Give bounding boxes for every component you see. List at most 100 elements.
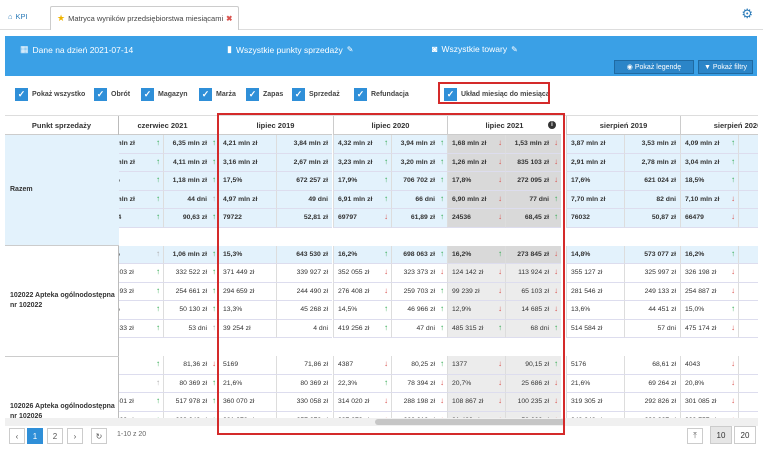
cell-value: 6,91 mln zł (338, 195, 373, 203)
month-header: lipiec 2019 (218, 116, 332, 135)
page-size-10[interactable]: 10 (710, 426, 732, 444)
cell-value: 17,9% (338, 177, 358, 185)
table-cell: 80 369 zł ↑ (163, 374, 219, 393)
cell-value: 475 174 zł (685, 324, 717, 332)
cell-value: 7,70 mln zł (571, 195, 606, 203)
cell-value: 80 369 zł (179, 379, 207, 387)
cell-value: 3,04 mln zł (685, 158, 720, 166)
cell-value: 276 408 zł (338, 287, 370, 295)
checkbox-warehouse[interactable]: ✓ Magazyn (141, 88, 188, 101)
table-cell: 288 198 zł ↓ (391, 393, 447, 412)
arrow-up-icon: ↑ (156, 396, 160, 405)
arrow-down-icon: ↓ (554, 138, 558, 147)
page-1-button[interactable]: 1 (27, 428, 43, 444)
horizontal-scrollbar[interactable] (5, 418, 758, 426)
scrollbar-thumb[interactable] (375, 419, 565, 425)
show-legend-button[interactable]: ◉ Pokaż legendę (614, 60, 694, 74)
arrow-up-icon: ↑ (384, 304, 388, 313)
page-2-button[interactable]: 2 (47, 428, 63, 444)
arrow-up-icon: ↑ (384, 322, 388, 332)
table-cell: 3,04 mln zł ↑ (680, 153, 738, 172)
month-header: lipiec 2020 (333, 116, 447, 135)
export-button[interactable]: ⤒ (687, 428, 703, 444)
table-cell: 339 927 zł (276, 264, 332, 283)
table-cell: 66 dni ↑ (391, 190, 447, 209)
checkbox-stock[interactable]: ✓ Zapas (246, 88, 283, 101)
table-cell: 3,16 mln zł (218, 153, 276, 172)
page-size-20[interactable]: 20 (734, 426, 756, 444)
table-cell: 13,3% (218, 301, 276, 320)
table-cell: 61,89 zł ↑ (391, 209, 447, 228)
tab-matrix[interactable]: ★ Matryca wyników przedsiębiorstwa miesi… (50, 6, 240, 30)
table-cell: 124 142 zł ↓ (447, 264, 505, 283)
table-cell: %↑ (119, 375, 163, 393)
edit-icon[interactable]: ✎ (347, 45, 354, 54)
close-icon[interactable]: ✖ (226, 14, 232, 23)
month-header-label: lipiec 2020 (371, 120, 410, 130)
cell-value: 1,53 mln zł (514, 140, 549, 148)
table-cell: 698 063 zł ↑ (391, 245, 447, 264)
checkbox-sales[interactable]: ✓ Sprzedaż (292, 88, 340, 101)
table-cell: 15,0% ↑ (680, 301, 738, 320)
next-page-button[interactable]: › (67, 428, 83, 444)
cell-value: 3 601 zł (119, 398, 134, 406)
cell-value: 5169 (223, 361, 239, 369)
upload-icon: ⤒ (693, 431, 697, 440)
arrow-up-icon: ↑ (384, 138, 388, 147)
arrow-up-icon: ↑ (731, 138, 735, 147)
cell-value: 4043 (685, 361, 701, 369)
arrow-up-icon: ↑ (156, 304, 160, 313)
arrow-up-icon: ↑ (212, 322, 216, 332)
table-cell: 69 264 zł (624, 374, 680, 393)
arrow-up-icon: ↑ (440, 175, 444, 184)
show-filters-button[interactable]: ▼ Pokaż filtry (698, 60, 753, 74)
arrow-up-icon: ↑ (156, 212, 160, 221)
cell-value: 323 373 zł (403, 269, 435, 277)
cell-value: 244 490 zł (296, 287, 328, 295)
prev-page-button[interactable]: ‹ (9, 428, 25, 444)
table-cell: 25 686 zł ↓ (505, 374, 561, 393)
cell-value: 294 659 zł (223, 287, 255, 295)
tab-kpi[interactable]: ⌂ KPI (8, 6, 28, 26)
table-cell: 80,25 zł ↑ (391, 356, 447, 375)
checkbox-show-all[interactable]: ✓ Pokaż wszystko (15, 88, 85, 101)
pager-range-text: 1-10 z 20 (117, 431, 147, 438)
tab-bar: ⌂ KPI ★ Matryca wyników przedsiębiorstwa… (0, 0, 763, 30)
cell-value: 21,6% (571, 379, 591, 387)
table-cell: 16,2% ↑ (447, 245, 505, 264)
checkbox-margin[interactable]: ✓ Marża (199, 88, 236, 101)
arrow-down-icon: ↓ (440, 377, 444, 387)
goods-filter[interactable]: ◙ Wszystkie towary ✎ (432, 44, 518, 54)
arrow-down-icon: ↓ (554, 267, 558, 276)
edit-icon[interactable]: ✎ (511, 45, 518, 54)
arrow-up-icon: ↑ (212, 175, 216, 184)
arrow-down-icon: ↓ (731, 285, 735, 295)
arrow-up-icon: ↑ (440, 193, 444, 203)
table-cell: 3 601 zł ↑ (119, 393, 163, 412)
checkbox-refund[interactable]: ✓ Refundacja (354, 88, 409, 101)
settings-gear-icon[interactable]: ⚙ (741, 6, 753, 22)
table-cell: 13,6% (566, 301, 624, 320)
table-cell: 6,91 mln zł ↑ (333, 190, 391, 209)
arrow-down-icon: ↓ (498, 156, 502, 166)
table-cell: 6,90 mln zł ↓ (447, 190, 505, 209)
home-icon: ⌂ (8, 11, 13, 21)
cell-value: 6 mln zł (119, 140, 135, 148)
table-cell: 2% ↑ (119, 245, 163, 264)
table-cell: 2 393 zł ↑ (119, 283, 163, 301)
table-cell: 323 373 zł ↓ (391, 264, 447, 283)
table-scroll-area[interactable]: czerwiec 20216 mln zł↑6,35 mln zł↑7 mln … (119, 116, 758, 418)
table-cell: 12,9% ↓ (447, 301, 505, 320)
points-filter[interactable]: ▮ Wszystkie punkty sprzedaży ✎ (227, 44, 353, 55)
table-cell: 16,2% ↑ (680, 245, 738, 264)
column-header-point: Punkt sprzedaży (5, 116, 118, 135)
arrow-down-icon: ↓ (554, 175, 558, 184)
refresh-button[interactable]: ↻ (91, 428, 107, 444)
table-cell: 1 433 zł ↑ (119, 320, 163, 338)
cell-value: 46 966 zł (407, 306, 435, 314)
checkbox-turnover[interactable]: ✓ Obrót (94, 88, 130, 101)
info-icon[interactable]: i (548, 121, 556, 129)
table-cell: 68,45 zł ↑ (505, 209, 561, 228)
table-cell: 4,11 mln zł ↑ (163, 153, 219, 172)
table-cell: 3,94 mln zł ↑ (391, 135, 447, 154)
